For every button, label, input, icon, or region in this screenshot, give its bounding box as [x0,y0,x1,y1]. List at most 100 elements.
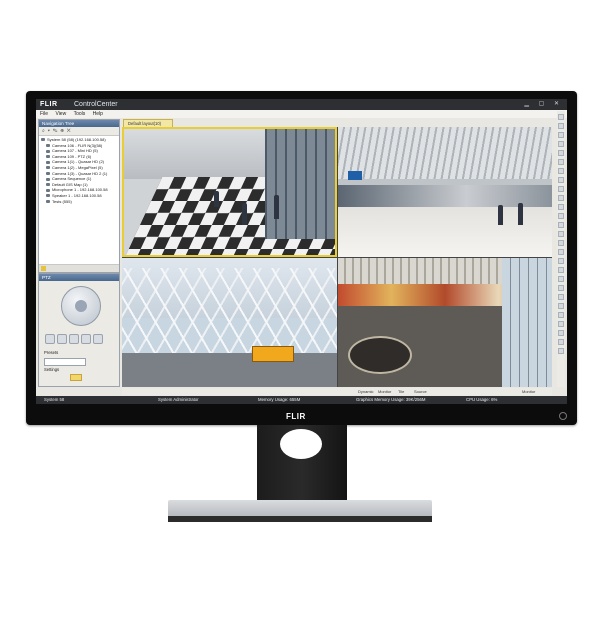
navigation-tree: System 58 (58) (192.168.100.58) Camera 1… [39,136,119,204]
monitor2-label: Monitor [522,389,536,394]
status-indicator-icon [41,266,46,271]
map-icon [46,183,50,187]
status-cpu: CPU Usage: 6% [466,397,498,402]
status-system: System 58 [44,397,65,402]
menu-tools[interactable]: Tools [74,111,86,117]
folder-icon [46,199,50,203]
layout-icon[interactable] [558,276,564,282]
focus-near-button[interactable] [69,334,79,344]
tile-label: Tile [398,389,405,394]
video-tile-4[interactable] [338,258,552,387]
settings-label: Settings [44,367,60,372]
video-person [274,195,279,219]
monitor-stand-base [168,500,432,522]
layout-icon[interactable] [558,231,564,237]
video-tile-3[interactable] [122,258,337,387]
video-person [518,203,523,225]
video-sign [348,171,362,180]
layout-icon[interactable] [558,258,564,264]
navigation-tree-panel: Navigation Tree ⌕▾✎⊕✕ System 58 (58) (19… [38,119,120,273]
video-window [502,258,552,387]
side-toolbar [557,111,565,387]
layout-icon[interactable] [558,195,564,201]
microphone-icon [46,188,50,192]
status-bar: System 58 System Administrator Memory Us… [36,396,567,404]
layout-icon[interactable] [558,249,564,255]
layout-icon[interactable] [558,168,564,174]
bottom-panel: Dynamic Monitor Tile Source Monitor [122,388,552,395]
layout-icon[interactable] [558,204,564,210]
menu-view[interactable]: View [55,111,66,117]
layout-icon[interactable] [558,240,564,246]
preset-select[interactable] [44,358,86,366]
window-controls[interactable]: ▁ ▢ ✕ [524,99,563,110]
bezel-logo: FLIR [286,412,306,421]
video-floor-mosaic [348,336,412,374]
power-icon[interactable] [559,412,567,420]
layout-icon[interactable] [558,213,564,219]
menu-file[interactable]: File [40,111,48,117]
status-graphics: Graphics Memory Usage: 39K/256M [356,397,426,402]
server-icon [41,138,45,142]
app-title: ControlCenter [74,101,118,108]
layout-icon[interactable] [558,150,564,156]
status-memory: Memory Usage: 655M [258,397,301,402]
sequence-icon [46,177,50,181]
video-person [242,203,247,225]
speaker-icon [46,194,50,198]
menu-bar: File View Tools Help [36,110,567,118]
layout-icon[interactable] [558,222,564,228]
layout-icon[interactable] [558,123,564,129]
zoom-in-button[interactable] [45,334,55,344]
camera-icon [46,160,50,164]
camera-icon [46,149,50,153]
monitor-bezel: FLIR ControlCenter ▁ ▢ ✕ File View Tools… [26,91,577,425]
dynamic-label: Dynamic [358,389,374,394]
layout-icon[interactable] [558,339,564,345]
layout-icon[interactable] [558,141,564,147]
monitor-stand-neck [257,425,347,505]
layout-icon[interactable] [558,285,564,291]
video-tile-2[interactable] [338,127,552,257]
camera-icon [46,144,50,148]
ptz-speed-slider[interactable] [70,374,82,381]
layout-icon[interactable] [558,330,564,336]
video-bus [252,346,294,362]
app-logo: FLIR [40,101,58,108]
app-screen: FLIR ControlCenter ▁ ▢ ✕ File View Tools… [36,99,567,404]
monitor-label: Monitor [378,389,392,394]
source-label: Source [414,389,427,394]
status-user: System Administrator [158,397,199,402]
layout-icon[interactable] [558,348,564,354]
ptz-panel: PTZ Presets Settings [38,273,120,387]
presets-label: Presets [44,350,59,355]
cable-hole [280,429,322,459]
ptz-joystick[interactable] [61,286,101,326]
layout-icon[interactable] [558,321,564,327]
navigation-footer [39,264,119,272]
layout-icon[interactable] [558,186,564,192]
layout-icon[interactable] [558,132,564,138]
layout-icon[interactable] [558,267,564,273]
video-person [214,191,219,207]
focus-far-button[interactable] [81,334,91,344]
iris-button[interactable] [93,334,103,344]
video-ground [122,353,337,387]
video-structure [122,268,337,358]
stand-base-edge [168,516,432,522]
tree-item[interactable]: Tests (555) [41,199,119,205]
layout-icon[interactable] [558,294,564,300]
layout-icon[interactable] [558,159,564,165]
menu-help[interactable]: Help [93,111,103,117]
layout-icon[interactable] [558,177,564,183]
zoom-out-button[interactable] [57,334,67,344]
layout-icon[interactable] [558,312,564,318]
joystick-center[interactable] [75,300,87,312]
layout-icon[interactable] [558,303,564,309]
ptz-title: PTZ [39,274,119,281]
layout-icon[interactable] [558,114,564,120]
camera-icon [46,155,50,159]
navigation-toolbar[interactable]: ⌕▾✎⊕✕ [39,127,119,136]
video-roof [338,127,552,179]
video-tile-1[interactable] [122,127,337,257]
